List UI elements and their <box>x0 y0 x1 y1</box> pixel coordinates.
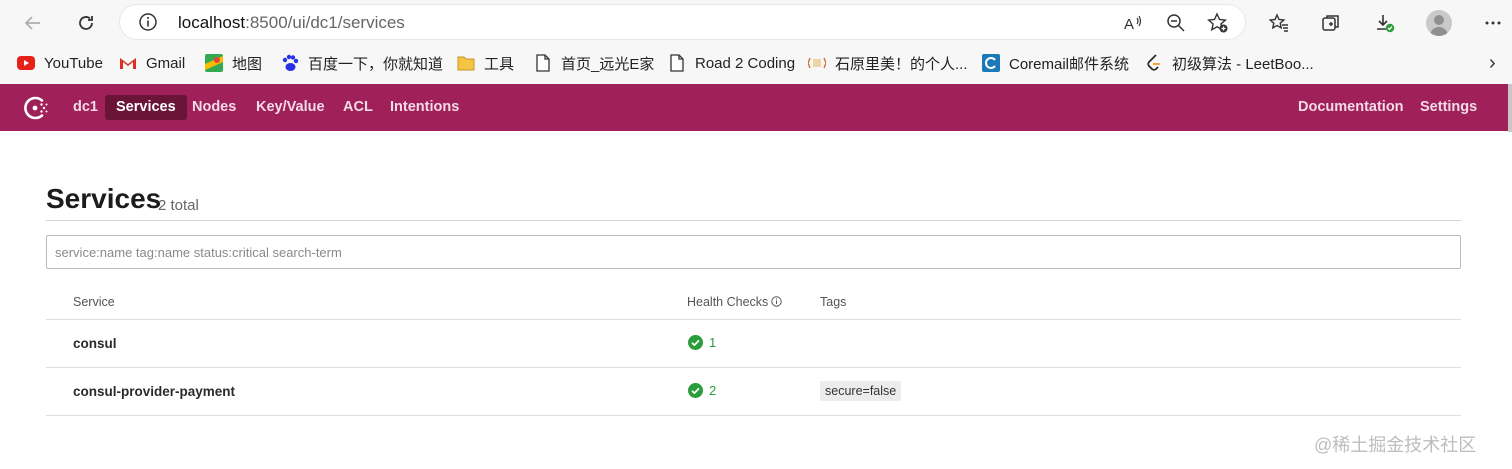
health-checks-label: Health Checks <box>687 295 769 309</box>
bookmark-gmail[interactable]: Gmail <box>119 53 185 73</box>
back-button[interactable] <box>18 8 48 38</box>
title-divider <box>46 220 1461 221</box>
info-icon[interactable] <box>771 296 782 307</box>
nav-intentions[interactable]: Intentions <box>379 95 470 120</box>
nav-documentation[interactable]: Documentation <box>1287 95 1415 120</box>
bookmark-label: Gmail <box>146 54 186 72</box>
leetcode-icon <box>1145 54 1163 72</box>
baidu-icon <box>281 54 299 72</box>
nav-nodes[interactable]: Nodes <box>181 95 247 120</box>
youtube-icon <box>17 54 35 72</box>
bookmark-coremail[interactable]: Coremail邮件系统 <box>982 53 1129 73</box>
bookmark-baidu[interactable]: 百度一下，你就知道 <box>281 53 443 73</box>
address-bar[interactable]: localhost:8500/ui/dc1/services A <box>120 5 1245 39</box>
column-header-service[interactable]: Service <box>73 295 115 309</box>
table-row-divider <box>46 415 1461 416</box>
browser-chrome: localhost:8500/ui/dc1/services A YouTube… <box>0 0 1512 84</box>
url-path: :8500/ui/dc1/services <box>245 13 405 32</box>
passing-check-count: 2 <box>709 383 717 398</box>
watermark: @稀土掘金技术社区 <box>1314 435 1477 455</box>
bookmark-leetcode[interactable]: 初级算法 - LeetBoo... <box>1145 53 1314 73</box>
nav-settings[interactable]: Settings <box>1409 95 1488 120</box>
consul-logo-icon[interactable] <box>22 94 50 122</box>
bookmark-tools-folder[interactable]: 工具 <box>457 53 514 73</box>
health-check-passing[interactable]: 2 <box>688 383 716 398</box>
page-scrollbar[interactable] <box>1508 84 1512 469</box>
reload-icon <box>79 16 93 30</box>
browser-toolbar: localhost:8500/ui/dc1/services A <box>0 0 1512 44</box>
downloads-button[interactable] <box>1370 8 1400 38</box>
nav-services[interactable]: Services <box>105 95 187 120</box>
profile-avatar[interactable] <box>1426 10 1452 36</box>
passing-check-count: 1 <box>709 335 717 350</box>
bookmarks-overflow-chevron-icon[interactable]: › <box>1489 52 1496 75</box>
svg-text:A: A <box>1124 16 1134 33</box>
collections-button[interactable] <box>1316 8 1346 38</box>
gmail-icon <box>119 54 137 72</box>
bookmark-yuanguang[interactable]: 首页_远光E家 <box>534 53 654 73</box>
bookmark-label: 石原里美！的个人... <box>835 55 968 73</box>
bookmark-label: 首页_远光E家 <box>561 55 655 73</box>
column-header-health-checks[interactable]: Health Checks <box>687 295 782 309</box>
table-row-service-name[interactable]: consul <box>73 336 117 351</box>
zoom-icon[interactable] <box>1165 12 1187 34</box>
folder-icon <box>457 54 475 72</box>
passing-check-icon <box>688 383 703 398</box>
back-arrow-icon <box>24 16 40 30</box>
nav-key-value[interactable]: Key/Value <box>245 95 336 120</box>
service-tag: secure=false <box>820 381 902 401</box>
table-row-divider <box>46 367 1461 368</box>
url-text[interactable]: localhost:8500/ui/dc1/services <box>178 13 405 33</box>
page-scrollbar-thumb[interactable] <box>1508 84 1512 132</box>
reload-button[interactable] <box>71 8 101 38</box>
service-search-input[interactable] <box>46 235 1461 269</box>
datacenter-selector[interactable]: dc1 <box>62 95 109 120</box>
site-info-icon[interactable] <box>138 12 158 32</box>
bookmark-label: YouTube <box>44 54 103 72</box>
collections-icon <box>1322 15 1339 31</box>
favorites-icon <box>1269 13 1288 32</box>
bookmark-personal-blog[interactable]: 石原里美！的个人... <box>808 53 968 73</box>
bookmark-label: Coremail邮件系统 <box>1009 55 1130 73</box>
table-header-divider <box>46 319 1461 320</box>
page-icon <box>668 54 686 72</box>
bookmark-maps[interactable]: 地图 <box>205 53 262 73</box>
bookmark-label: Road 2 Coding <box>695 54 796 72</box>
favorites-button[interactable] <box>1264 8 1294 38</box>
bookmark-label: 初级算法 - LeetBoo... <box>1172 55 1314 73</box>
bookmark-label: 工具 <box>484 55 515 73</box>
read-aloud-icon[interactable]: A <box>1122 12 1144 34</box>
passing-check-icon <box>688 335 703 350</box>
add-favorite-icon[interactable] <box>1207 12 1229 34</box>
page-title: Services <box>46 183 162 214</box>
nav-acl[interactable]: ACL <box>332 95 384 120</box>
bookmarks-bar: YouTube Gmail 地图 百度一下，你就知道 工具 首页_远光E家 Ro… <box>0 44 1512 82</box>
downloads-icon <box>1377 15 1395 33</box>
consul-top-nav: dc1 Services Nodes Key/Value ACL Intenti… <box>0 84 1508 131</box>
bookmark-road2coding[interactable]: Road 2 Coding <box>668 53 795 73</box>
url-host: localhost <box>178 13 246 32</box>
ellipsis-icon <box>1485 21 1501 25</box>
page-icon <box>534 54 552 72</box>
more-options-button[interactable] <box>1478 8 1508 38</box>
table-row-service-name[interactable]: consul-provider-payment <box>73 384 235 399</box>
column-header-tags: Tags <box>820 295 847 309</box>
bookmark-label: 地图 <box>232 55 263 73</box>
site-icon <box>808 54 826 72</box>
health-check-passing[interactable]: 1 <box>688 335 716 350</box>
maps-icon <box>205 54 223 72</box>
bookmark-label: 百度一下，你就知道 <box>308 55 444 73</box>
services-total-count: 2 total <box>158 197 199 214</box>
coremail-icon <box>982 54 1000 72</box>
bookmark-youtube[interactable]: YouTube <box>17 53 103 73</box>
